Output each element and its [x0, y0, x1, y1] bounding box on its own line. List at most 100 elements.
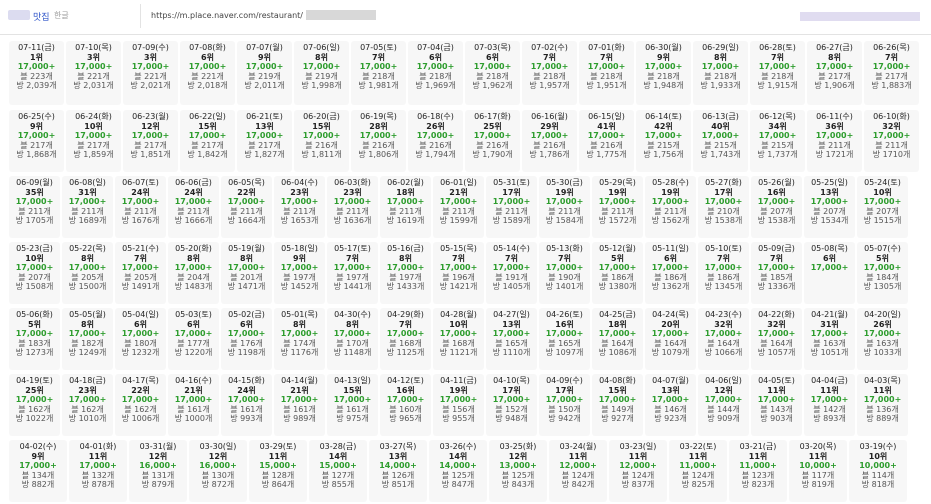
page-title[interactable]: 맛집 — [33, 10, 50, 23]
day-card[interactable]: 04-23(수) 32위 17,000+ 블 164개 방 1066개 — [698, 308, 749, 370]
day-card[interactable]: 04-28(월) 10위 17,000+ 블 168개 방 1121개 — [433, 308, 484, 370]
day-card[interactable]: 04-29(화) 7위 17,000+ 블 168개 방 1125개 — [380, 308, 431, 370]
day-card[interactable]: 04-09(수) 17위 17,000+ 블 150개 방 942개 — [539, 374, 590, 436]
day-card[interactable]: 04-21(월) 31위 17,000+ 블 163개 방 1051개 — [804, 308, 855, 370]
day-card[interactable]: 04-07(월) 13위 17,000+ 블 146개 방 923개 — [645, 374, 696, 436]
day-card[interactable]: 06-10(화) 32위 17,000+ 블 211개 방 1710개 — [864, 110, 919, 172]
day-card[interactable]: 05-11(일) 6위 17,000+ 블 186개 방 1362개 — [645, 242, 696, 304]
day-card[interactable]: 04-06(일) 12위 17,000+ 블 144개 방 909개 — [698, 374, 749, 436]
day-card[interactable]: 05-28(수) 19위 17,000+ 블 211개 방 1562개 — [645, 176, 696, 238]
day-card[interactable]: 06-05(목) 22위 17,000+ 블 211개 방 1664개 — [221, 176, 272, 238]
day-card[interactable]: 03-19(수) 10위 10,000+ 블 114개 방 818개 — [849, 440, 907, 502]
day-card[interactable]: 05-02(금) 6위 17,000+ 블 176개 방 1198개 — [221, 308, 272, 370]
day-card[interactable]: 03-22(토) 11위 11,000+ 블 124개 방 825개 — [669, 440, 727, 502]
day-card[interactable]: 05-22(목) 8위 17,000+ 블 205개 방 1500개 — [62, 242, 113, 304]
day-card[interactable]: 03-27(목) 13위 14,000+ 블 126개 방 851개 — [369, 440, 427, 502]
day-card[interactable]: 04-30(수) 8위 17,000+ 블 170개 방 1148개 — [327, 308, 378, 370]
day-card[interactable]: 05-06(화) 5위 17,000+ 블 183개 방 1273개 — [9, 308, 60, 370]
day-card[interactable]: 06-26(목) 7위 17,000+ 블 217개 방 1,883개 — [864, 41, 919, 105]
day-card[interactable]: 05-27(화) 17위 17,000+ 블 210개 방 1538개 — [698, 176, 749, 238]
day-card[interactable]: 05-25(일) 13위 17,000+ 블 207개 방 1534개 — [804, 176, 855, 238]
day-card[interactable]: 03-26(수) 14위 14,000+ 블 125개 방 847개 — [429, 440, 487, 502]
day-card[interactable]: 06-23(월) 12위 17,000+ 블 217개 방 1,851개 — [123, 110, 178, 172]
day-card[interactable]: 06-13(금) 40위 17,000+ 블 215개 방 1,743개 — [693, 110, 748, 172]
day-card[interactable]: 05-14(수) 7위 17,000+ 블 191개 방 1405개 — [486, 242, 537, 304]
day-card[interactable]: 05-01(목) 8위 17,000+ 블 174개 방 1176개 — [274, 308, 325, 370]
day-card[interactable]: 05-21(수) 7위 17,000+ 블 205개 방 1491개 — [115, 242, 166, 304]
day-card[interactable]: 04-04(금) 11위 17,000+ 블 142개 방 893개 — [804, 374, 855, 436]
day-card[interactable]: 06-30(월) 9위 17,000+ 블 218개 방 1,948개 — [636, 41, 691, 105]
day-card[interactable]: 06-17(화) 25위 17,000+ 블 216개 방 1,790개 — [465, 110, 520, 172]
day-card[interactable]: 05-18(일) 9위 17,000+ 블 197개 방 1452개 — [274, 242, 325, 304]
day-card[interactable]: 03-31(월) 12위 16,000+ 블 131개 방 879개 — [129, 440, 187, 502]
day-card[interactable]: 03-20(목) 11위 10,000+ 블 117개 방 819개 — [789, 440, 847, 502]
day-card[interactable]: 06-20(금) 15위 17,000+ 블 216개 방 1,811개 — [294, 110, 349, 172]
day-card[interactable]: 07-06(일) 8위 17,000+ 블 219개 방 1,998개 — [294, 41, 349, 105]
day-card[interactable]: 05-10(토) 7위 17,000+ 블 186개 방 1345개 — [698, 242, 749, 304]
day-card[interactable]: 05-07(수) 5위 17,000+ 블 184개 방 1305개 — [857, 242, 908, 304]
day-card[interactable]: 05-04(일) 6위 17,000+ 블 180개 방 1232개 — [115, 308, 166, 370]
day-card[interactable]: 04-25(금) 18위 17,000+ 블 164개 방 1086개 — [592, 308, 643, 370]
day-card[interactable]: 04-19(토) 25위 17,000+ 블 162개 방 1022개 — [9, 374, 60, 436]
day-card[interactable]: 05-20(화) 8위 17,000+ 블 204개 방 1483개 — [168, 242, 219, 304]
day-card[interactable]: 06-19(목) 28위 17,000+ 블 216개 방 1,806개 — [351, 110, 406, 172]
day-card[interactable]: 05-08(목) 6위 17,000+ — [804, 242, 855, 304]
day-card[interactable]: 06-25(수) 9위 17,000+ 블 217개 방 1,868개 — [9, 110, 64, 172]
url-field[interactable]: https://m.place.naver.com/restaurant/ — [140, 4, 796, 28]
day-card[interactable]: 05-16(금) 8위 17,000+ 블 197개 방 1433개 — [380, 242, 431, 304]
day-card[interactable]: 06-04(수) 23위 17,000+ 블 211개 방 1653개 — [274, 176, 325, 238]
day-card[interactable]: 06-16(월) 29위 17,000+ 블 216개 방 1,786개 — [522, 110, 577, 172]
day-card[interactable]: 04-16(수) 21위 17,000+ 블 161개 방 1000개 — [168, 374, 219, 436]
day-card[interactable]: 05-03(토) 6위 17,000+ 블 177개 방 1220개 — [168, 308, 219, 370]
day-card[interactable]: 04-05(토) 11위 17,000+ 블 143개 방 903개 — [751, 374, 802, 436]
day-card[interactable]: 07-10(목) 3위 17,000+ 블 221개 방 2,031개 — [66, 41, 121, 105]
day-card[interactable]: 07-03(목) 6위 17,000+ 블 218개 방 1,962개 — [465, 41, 520, 105]
day-card[interactable]: 07-08(화) 6위 17,000+ 블 221개 방 2,018개 — [180, 41, 235, 105]
day-card[interactable]: 07-01(화) 7위 17,000+ 블 218개 방 1,951개 — [579, 41, 634, 105]
day-card[interactable]: 04-17(목) 22위 17,000+ 블 162개 방 1006개 — [115, 374, 166, 436]
day-card[interactable]: 03-25(화) 12위 13,000+ 블 125개 방 843개 — [489, 440, 547, 502]
day-card[interactable]: 06-11(수) 36위 17,000+ 블 211개 방 1721개 — [807, 110, 862, 172]
day-card[interactable]: 03-28(금) 14위 15,000+ 블 127개 방 855개 — [309, 440, 367, 502]
day-card[interactable]: 04-08(화) 15위 17,000+ 블 149개 방 927개 — [592, 374, 643, 436]
day-card[interactable]: 05-17(토) 7위 17,000+ 블 197개 방 1441개 — [327, 242, 378, 304]
day-card[interactable]: 05-24(토) 10위 17,000+ 블 207개 방 1515개 — [857, 176, 908, 238]
day-card[interactable]: 05-19(월) 8위 17,000+ 블 201개 방 1471개 — [221, 242, 272, 304]
day-card[interactable]: 06-28(토) 7위 17,000+ 블 218개 방 1,915개 — [750, 41, 805, 105]
day-card[interactable]: 07-02(수) 7위 17,000+ 블 218개 방 1,957개 — [522, 41, 577, 105]
day-card[interactable]: 03-21(금) 11위 11,000+ 블 123개 방 823개 — [729, 440, 787, 502]
day-card[interactable]: 04-14(월) 21위 17,000+ 블 161개 방 989개 — [274, 374, 325, 436]
day-card[interactable]: 04-12(토) 16위 17,000+ 블 160개 방 965개 — [380, 374, 431, 436]
day-card[interactable]: 04-02(수) 9위 17,000+ 블 134개 방 882개 — [9, 440, 67, 502]
day-card[interactable]: 05-29(목) 19위 17,000+ 블 211개 방 1572개 — [592, 176, 643, 238]
day-card[interactable]: 06-07(토) 24위 17,000+ 블 211개 방 1676개 — [115, 176, 166, 238]
day-card[interactable]: 05-26(월) 16위 17,000+ 블 207개 방 1538개 — [751, 176, 802, 238]
day-card[interactable]: 04-20(일) 26위 17,000+ 블 163개 방 1033개 — [857, 308, 908, 370]
day-card[interactable]: 04-18(금) 23위 17,000+ 블 162개 방 1010개 — [62, 374, 113, 436]
day-card[interactable]: 03-30(일) 12위 16,000+ 블 130개 방 872개 — [189, 440, 247, 502]
day-card[interactable]: 06-24(화) 10위 17,000+ 블 217개 방 1,859개 — [66, 110, 121, 172]
day-card[interactable]: 06-15(일) 41위 17,000+ 블 216개 방 1,775개 — [579, 110, 634, 172]
day-card[interactable]: 07-05(토) 7위 17,000+ 블 218개 방 1,981개 — [351, 41, 406, 105]
day-card[interactable]: 03-24(월) 11위 12,000+ 블 124개 방 842개 — [549, 440, 607, 502]
day-card[interactable]: 06-08(일) 31위 17,000+ 블 211개 방 1689개 — [62, 176, 113, 238]
day-card[interactable]: 06-27(금) 8위 17,000+ 블 217개 방 1,906개 — [807, 41, 862, 105]
day-card[interactable]: 07-09(수) 3위 17,000+ 블 221개 방 2,021개 — [123, 41, 178, 105]
day-card[interactable]: 06-12(목) 34위 17,000+ 블 215개 방 1,737개 — [750, 110, 805, 172]
day-card[interactable]: 04-15(화) 24위 17,000+ 블 161개 방 993개 — [221, 374, 272, 436]
day-card[interactable]: 04-24(목) 20위 17,000+ 블 164개 방 1079개 — [645, 308, 696, 370]
day-card[interactable]: 04-01(화) 11위 17,000+ 블 132개 방 878개 — [69, 440, 127, 502]
day-card[interactable]: 05-12(월) 5위 17,000+ 블 186개 방 1380개 — [592, 242, 643, 304]
day-card[interactable]: 05-23(금) 10위 17,000+ 블 207개 방 1508개 — [9, 242, 60, 304]
day-card[interactable]: 06-29(일) 8위 17,000+ 블 218개 방 1,933개 — [693, 41, 748, 105]
day-card[interactable]: 05-15(목) 7위 17,000+ 블 196개 방 1421개 — [433, 242, 484, 304]
day-card[interactable]: 06-06(금) 24위 17,000+ 블 211개 방 1666개 — [168, 176, 219, 238]
day-card[interactable]: 04-10(목) 17위 17,000+ 블 152개 방 948개 — [486, 374, 537, 436]
day-card[interactable]: 07-11(금) 1위 17,000+ 블 223개 방 2,039개 — [9, 41, 64, 105]
day-card[interactable]: 06-21(토) 13위 17,000+ 블 217개 방 1,827개 — [237, 110, 292, 172]
day-card[interactable]: 04-13(일) 15위 17,000+ 블 161개 방 975개 — [327, 374, 378, 436]
day-card[interactable]: 07-07(월) 9위 17,000+ 블 219개 방 2,011개 — [237, 41, 292, 105]
day-card[interactable]: 06-18(수) 26위 17,000+ 블 216개 방 1,794개 — [408, 110, 463, 172]
day-card[interactable]: 05-09(금) 7위 17,000+ 블 185개 방 1336개 — [751, 242, 802, 304]
day-card[interactable]: 04-03(목) 11위 17,000+ 블 136개 방 889개 — [857, 374, 908, 436]
